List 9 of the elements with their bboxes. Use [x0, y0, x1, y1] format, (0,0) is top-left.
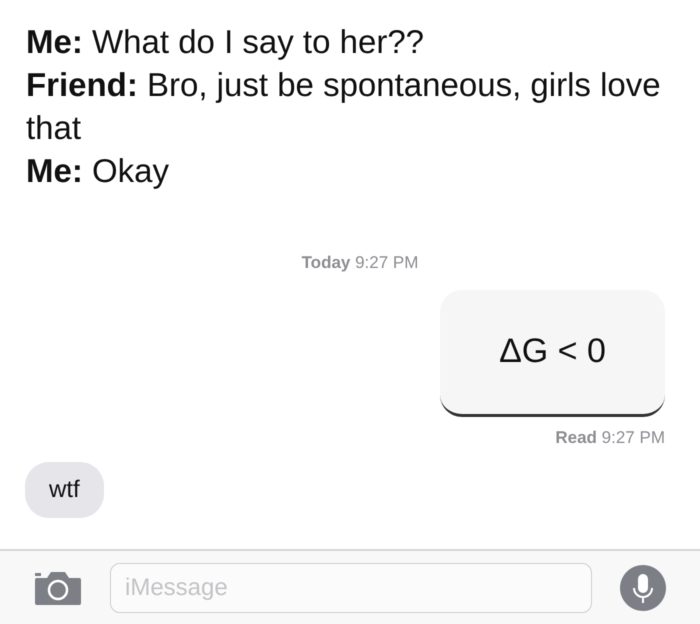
caption-line: Me: Okay: [26, 151, 170, 191]
timestamp: Today 9:27 PM: [300, 252, 420, 274]
microphone-icon[interactable]: [620, 564, 666, 610]
sent-message-bubble: ΔG < 0: [440, 290, 665, 416]
received-message-bubble: wtf: [25, 462, 104, 518]
camera-icon[interactable]: [34, 570, 82, 606]
caption-line: Friend: Bro, just be spontaneous, girls love that: [26, 65, 662, 148]
caption-line: Me: What do I say to her??: [26, 22, 426, 62]
read-receipt: Read 9:27 PM: [555, 426, 665, 448]
